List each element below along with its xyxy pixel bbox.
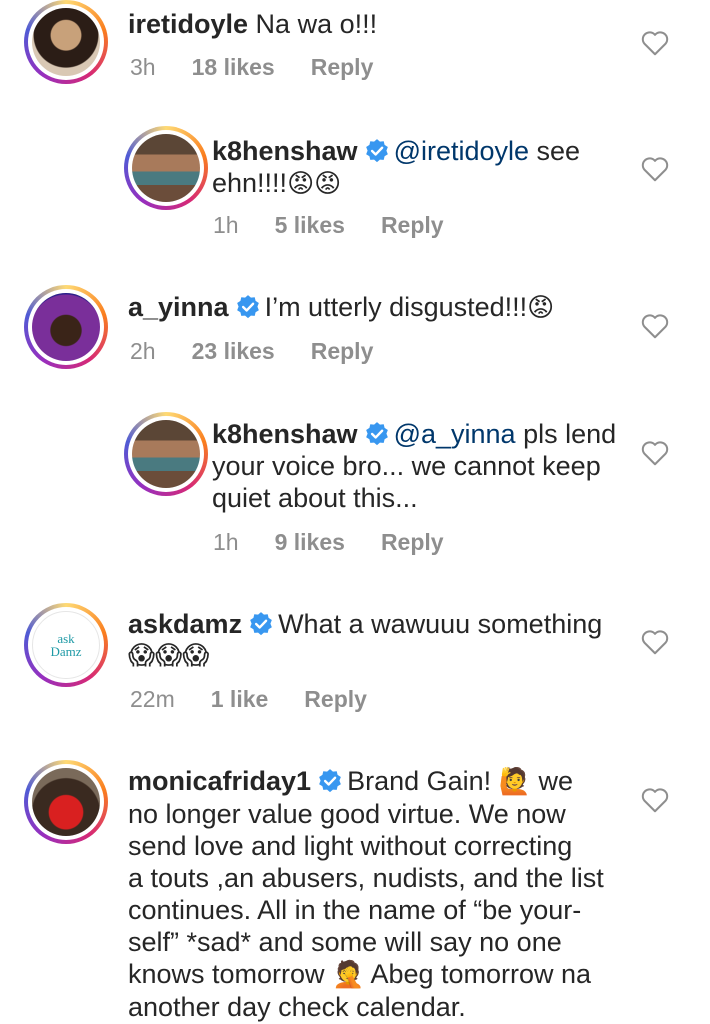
- comment-text: What a wawuuu something: [278, 609, 603, 639]
- username[interactable]: askdamz: [128, 609, 242, 639]
- comment-text: see: [529, 136, 581, 166]
- timestamp: 1h: [213, 529, 239, 555]
- comment-line: another day check calendar.: [128, 992, 466, 1022]
- heart-icon[interactable]: [640, 29, 670, 57]
- comment-meta: 3h 18 likes Reply: [130, 54, 409, 81]
- avatar[interactable]: [124, 412, 208, 496]
- avatar[interactable]: ask Damz: [24, 603, 108, 687]
- heart-icon[interactable]: [640, 786, 670, 814]
- mention-link[interactable]: @a_yinna: [394, 419, 516, 449]
- scream-emoji: 😱😱😱: [128, 641, 210, 671]
- timestamp: 22m: [130, 686, 175, 712]
- likes-count[interactable]: 23 likes: [192, 338, 275, 364]
- comment-text-line2: ehn!!!!: [212, 168, 288, 198]
- likes-count[interactable]: 9 likes: [275, 529, 345, 555]
- comment-line: continues. All in the name of “be your-: [128, 895, 582, 925]
- avatar[interactable]: [24, 760, 108, 844]
- reply-button[interactable]: Reply: [311, 54, 374, 80]
- verified-badge-icon: [250, 612, 272, 636]
- avatar[interactable]: [24, 285, 108, 369]
- comment-text: Na wa o!!!: [248, 9, 378, 39]
- comment-line: a touts ,an abusers, nudists, and the li…: [128, 863, 604, 893]
- comment-meta: 22m 1 like Reply: [130, 686, 403, 713]
- avatar-logo-text: ask Damz: [50, 631, 82, 659]
- heart-icon[interactable]: [640, 312, 670, 340]
- comment-text-line2: your voice bro... we cannot keep: [212, 451, 601, 481]
- comment-text-line3: quiet about this...: [212, 483, 418, 513]
- username[interactable]: iretidoyle: [128, 9, 248, 39]
- comment-text: we: [531, 766, 574, 796]
- mention-link[interactable]: @iretidoyle: [394, 136, 529, 166]
- verified-badge-icon: [236, 295, 259, 319]
- username[interactable]: monicafriday1: [128, 766, 311, 796]
- comment-meta: 2h 23 likes Reply: [130, 338, 409, 365]
- verified-badge-icon: [365, 139, 388, 163]
- username[interactable]: k8henshaw: [212, 136, 358, 166]
- raising-hand-emoji: 🙋: [498, 767, 532, 797]
- reply-button[interactable]: Reply: [311, 338, 374, 364]
- likes-count[interactable]: 18 likes: [192, 54, 275, 80]
- comment-line: no longer value good virtue. We now: [128, 799, 566, 829]
- angry-emoji: 😡😡: [287, 169, 342, 199]
- heart-icon[interactable]: [640, 628, 670, 656]
- verified-badge-icon: [319, 769, 341, 793]
- likes-count[interactable]: 1 like: [211, 686, 269, 712]
- timestamp: 2h: [130, 338, 156, 364]
- heart-icon[interactable]: [640, 439, 670, 467]
- comment-line: send love and light without correcting: [128, 831, 573, 861]
- avatar[interactable]: [124, 126, 208, 210]
- timestamp: 3h: [130, 54, 156, 80]
- facepalm-emoji: 🤦: [332, 960, 365, 990]
- reply-button[interactable]: Reply: [304, 686, 367, 712]
- likes-count[interactable]: 5 likes: [275, 212, 345, 238]
- heart-icon[interactable]: [640, 155, 670, 183]
- comment-line: Abeg tomorrow na: [364, 959, 592, 989]
- reply-button[interactable]: Reply: [381, 212, 444, 238]
- comment-text: pls lend: [515, 419, 617, 449]
- verified-badge-icon: [365, 422, 388, 446]
- angry-emoji: 😡: [527, 293, 555, 323]
- comment-line: self” *sad* and some will say no one: [128, 927, 562, 957]
- timestamp: 1h: [213, 212, 239, 238]
- comment-text: Brand Gain!: [347, 766, 499, 796]
- reply-button[interactable]: Reply: [381, 529, 444, 555]
- comment-line: knows tomorrow: [128, 959, 333, 989]
- username[interactable]: k8henshaw: [212, 419, 358, 449]
- avatar[interactable]: [24, 0, 108, 84]
- comment-meta: 1h 5 likes Reply: [213, 212, 480, 239]
- username[interactable]: a_yinna: [128, 292, 229, 322]
- comment-text: I’m utterly disgusted!!!: [264, 292, 528, 322]
- comment-meta: 1h 9 likes Reply: [213, 529, 480, 556]
